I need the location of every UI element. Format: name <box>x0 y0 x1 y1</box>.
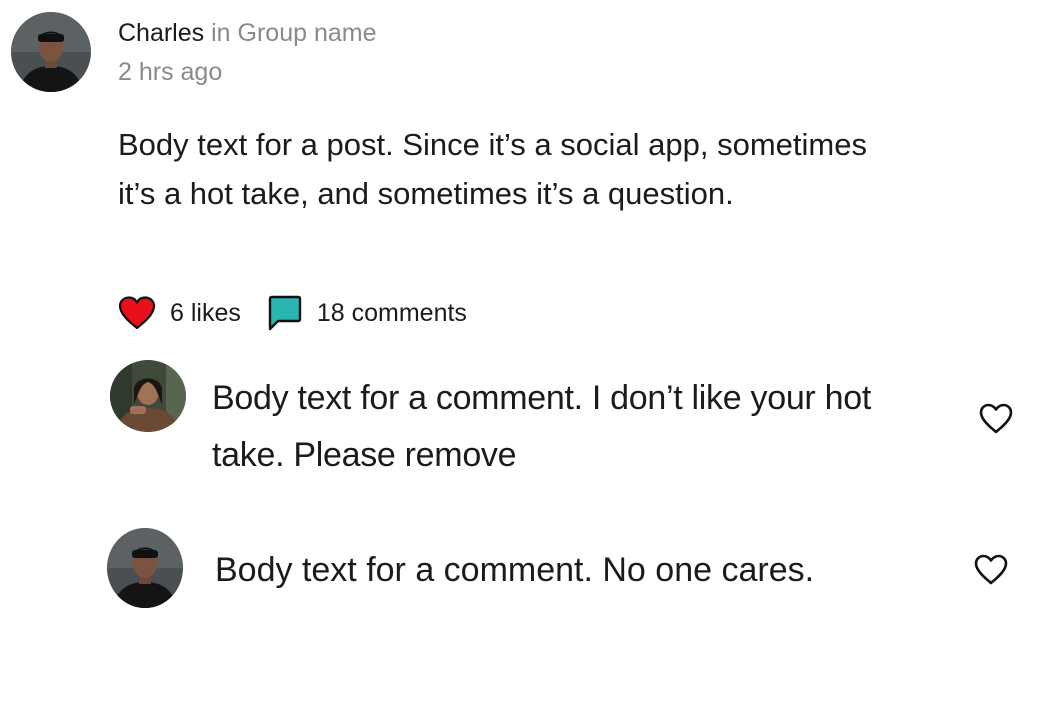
avatar-photo <box>110 360 186 432</box>
comment-author-avatar[interactable] <box>107 528 183 608</box>
group-prefix: in <box>211 19 231 47</box>
comments-count: 18 comments <box>316 298 467 327</box>
group-name[interactable]: Group name <box>238 19 377 47</box>
avatar-photo <box>107 528 183 608</box>
heart-outline-icon <box>979 403 1013 434</box>
likes-button[interactable]: 6 likes <box>118 296 241 330</box>
heart-outline-icon <box>974 554 1008 585</box>
avatar-photo <box>11 12 91 92</box>
comment-text: Body text for a comment. No one cares. <box>215 551 815 589</box>
author-line: Charles in Group name <box>118 16 377 50</box>
post-timestamp: 2 hrs ago <box>118 58 223 86</box>
post-actions: 6 likes 18 comments <box>118 294 467 332</box>
post-author-avatar[interactable] <box>11 12 91 92</box>
post-body: Body text for a post. Since it’s a socia… <box>118 127 867 211</box>
comments-button[interactable]: 18 comments <box>267 295 467 331</box>
comment-like-button[interactable] <box>973 553 1009 587</box>
post-header: Charles in Group name 2 hrs ago <box>118 16 377 89</box>
comment-text: Body text for a comment. I don’t like yo… <box>212 379 871 474</box>
comment-bubble-icon <box>268 295 302 331</box>
heart-filled-icon <box>118 296 156 330</box>
author-name[interactable]: Charles <box>118 19 204 47</box>
comment-author-avatar[interactable] <box>110 360 186 432</box>
comment-like-button[interactable] <box>978 402 1014 436</box>
likes-count: 6 likes <box>170 298 241 327</box>
